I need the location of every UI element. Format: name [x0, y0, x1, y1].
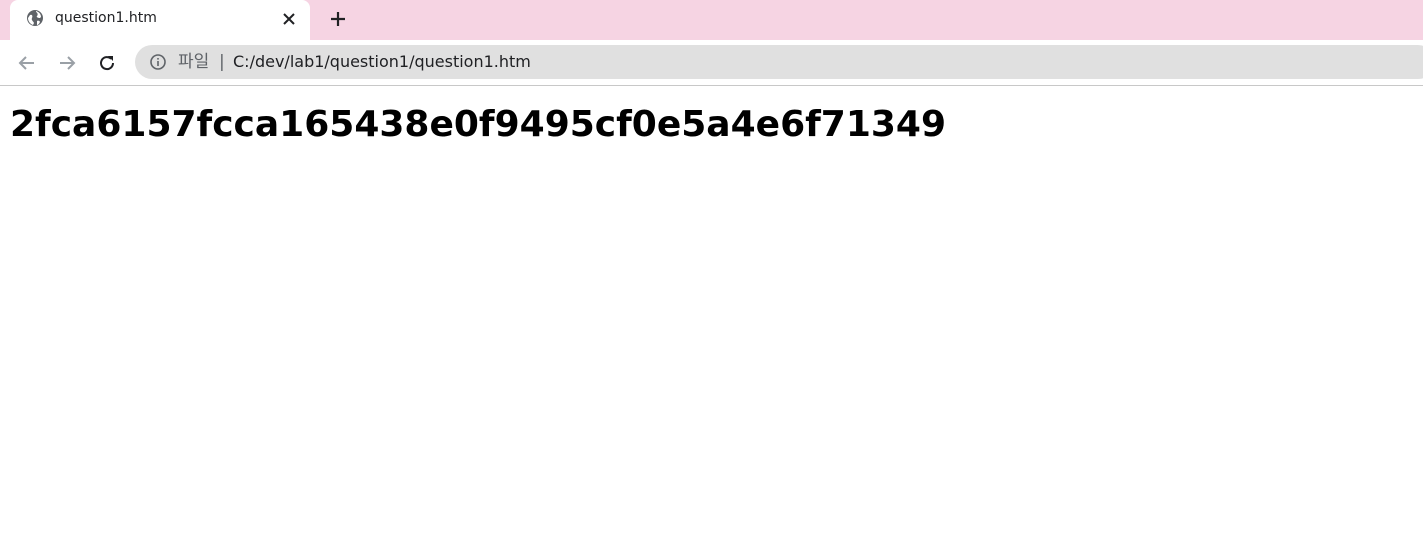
close-icon[interactable]: [278, 8, 300, 30]
page-content: 2fca6157fcca165438e0f9495cf0e5a4e6f71349: [0, 86, 1423, 542]
arrow-right-icon[interactable]: [54, 50, 80, 76]
reload-icon[interactable]: [94, 50, 120, 76]
page-heading: 2fca6157fcca165438e0f9495cf0e5a4e6f71349: [10, 104, 947, 145]
arrow-left-icon[interactable]: [14, 50, 40, 76]
chip-separator: |: [219, 52, 225, 72]
active-tab[interactable]: question1.htm: [10, 0, 310, 40]
scheme-chip-label[interactable]: 파일: [178, 51, 209, 73]
browser-toolbar: 파일 | C:/dev/lab1/question1/question1.htm: [0, 40, 1423, 86]
tab-strip: question1.htm: [0, 0, 1423, 40]
plus-icon[interactable]: [324, 5, 352, 33]
address-bar[interactable]: 파일 | C:/dev/lab1/question1/question1.htm: [135, 45, 1423, 79]
info-icon[interactable]: [149, 53, 167, 71]
tab-title: question1.htm: [55, 10, 157, 26]
url-text[interactable]: C:/dev/lab1/question1/question1.htm: [233, 52, 531, 72]
globe-icon: [26, 9, 44, 27]
